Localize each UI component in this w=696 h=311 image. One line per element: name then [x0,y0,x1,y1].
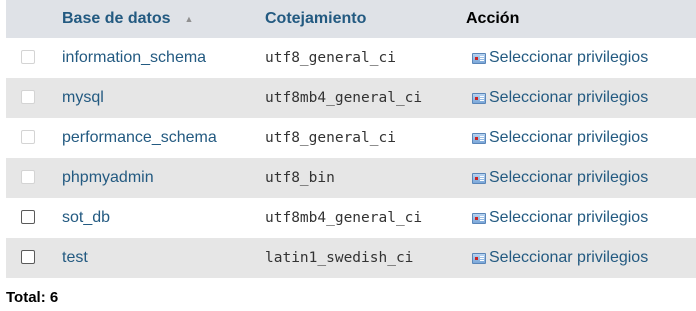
database-name-link[interactable]: information_schema [62,38,206,78]
sort-ascending-icon[interactable]: ▲ [184,14,193,24]
table-row: performance_schema utf8_general_ci Selec… [6,118,696,158]
select-privileges-label[interactable]: Seleccionar privilegios [489,49,648,66]
select-privileges-label[interactable]: Seleccionar privilegios [489,89,648,106]
select-privileges-label[interactable]: Seleccionar privilegios [489,249,648,266]
column-header-collation[interactable]: Cotejamiento [265,0,366,38]
privileges-icon[interactable] [472,133,486,145]
row-checkbox [21,130,35,144]
collation-value: utf8mb4_general_ci [265,210,423,226]
row-checkbox [21,170,35,184]
privileges-icon[interactable] [472,173,486,185]
row-checkbox[interactable] [21,250,35,264]
select-privileges-label[interactable]: Seleccionar privilegios [489,209,648,226]
select-privileges-link[interactable]: Seleccionar privilegios [472,198,648,238]
collation-value: latin1_swedish_ci [265,250,414,266]
row-checkbox [21,50,35,64]
table-header: Base de datos ▲ Cotejamiento Acción [6,0,696,39]
database-name-link[interactable]: mysql [62,78,104,118]
column-header-action: Acción [466,10,520,27]
row-checkbox [21,90,35,104]
privileges-icon[interactable] [472,53,486,65]
select-privileges-link[interactable]: Seleccionar privilegios [472,38,648,78]
column-header-database[interactable]: Base de datos ▲ [62,0,193,38]
privileges-icon[interactable] [472,253,486,265]
select-privileges-link[interactable]: Seleccionar privilegios [472,238,648,278]
select-privileges-link[interactable]: Seleccionar privilegios [472,158,648,198]
database-name-link[interactable]: sot_db [62,198,110,238]
table-row: phpmyadmin utf8_bin Seleccionar privileg… [6,158,696,198]
privileges-icon[interactable] [472,93,486,105]
database-name-link[interactable]: test [62,238,88,278]
total-count: Total: 6 [6,289,59,306]
collation-value: utf8_general_ci [265,50,396,66]
databases-table: Base de datos ▲ Cotejamiento Acción infor… [6,0,696,278]
select-privileges-label[interactable]: Seleccionar privilegios [489,129,648,146]
collation-value: utf8_bin [265,170,335,186]
table-row: mysql utf8mb4_general_ci Seleccionar pri… [6,78,696,118]
collation-value: utf8mb4_general_ci [265,90,423,106]
database-name-link[interactable]: phpmyadmin [62,158,154,198]
select-privileges-link[interactable]: Seleccionar privilegios [472,118,648,158]
row-checkbox[interactable] [21,210,35,224]
database-name-link[interactable]: performance_schema [62,118,217,158]
select-privileges-label[interactable]: Seleccionar privilegios [489,169,648,186]
table-row: information_schema utf8_general_ci Selec… [6,38,696,78]
select-privileges-link[interactable]: Seleccionar privilegios [472,78,648,118]
column-header-database-label[interactable]: Base de datos [62,10,170,27]
collation-value: utf8_general_ci [265,130,396,146]
privileges-icon[interactable] [472,213,486,225]
table-row: sot_db utf8mb4_general_ci Seleccionar pr… [6,198,696,238]
table-row: test latin1_swedish_ci Seleccionar privi… [6,238,696,278]
